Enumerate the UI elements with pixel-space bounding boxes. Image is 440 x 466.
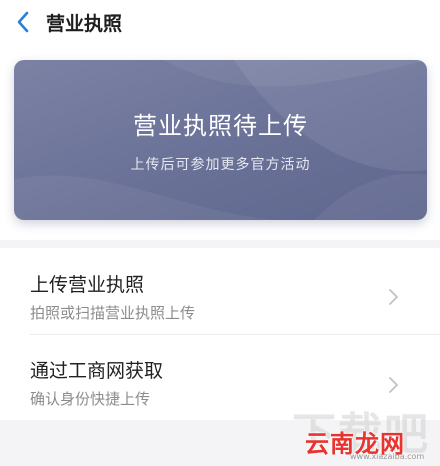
list-divider	[30, 334, 440, 335]
banner-subtitle: 上传后可参加更多官方活动	[130, 157, 311, 173]
option-subtitle: 确认身份快捷上传	[30, 390, 151, 408]
watermark-url: www.xiazaiba.com	[350, 452, 425, 461]
back-button[interactable]	[0, 0, 46, 44]
page-title: 营业执照	[46, 12, 123, 35]
option-subtitle: 拍照或扫描营业执照上传	[30, 304, 196, 322]
license-status-banner: 营业执照待上传 上传后可参加更多官方活动	[14, 60, 427, 220]
upload-options-list: 上传营业执照 拍照或扫描营业执照上传 通过工商网获取 确认身份快捷上传	[0, 248, 440, 420]
chevron-right-icon	[389, 377, 398, 393]
top-bar: 营业执照	[0, 0, 440, 44]
banner-title: 营业执照待上传	[133, 112, 308, 140]
banner-section: 营业执照待上传 上传后可参加更多官方活动	[0, 44, 440, 240]
chevron-left-icon	[17, 11, 29, 33]
option-upload-license[interactable]: 上传营业执照 拍照或扫描营业执照上传	[0, 248, 440, 332]
chevron-right-icon	[389, 289, 398, 305]
option-title: 通过工商网获取	[30, 360, 164, 382]
option-title: 上传营业执照	[30, 274, 145, 296]
